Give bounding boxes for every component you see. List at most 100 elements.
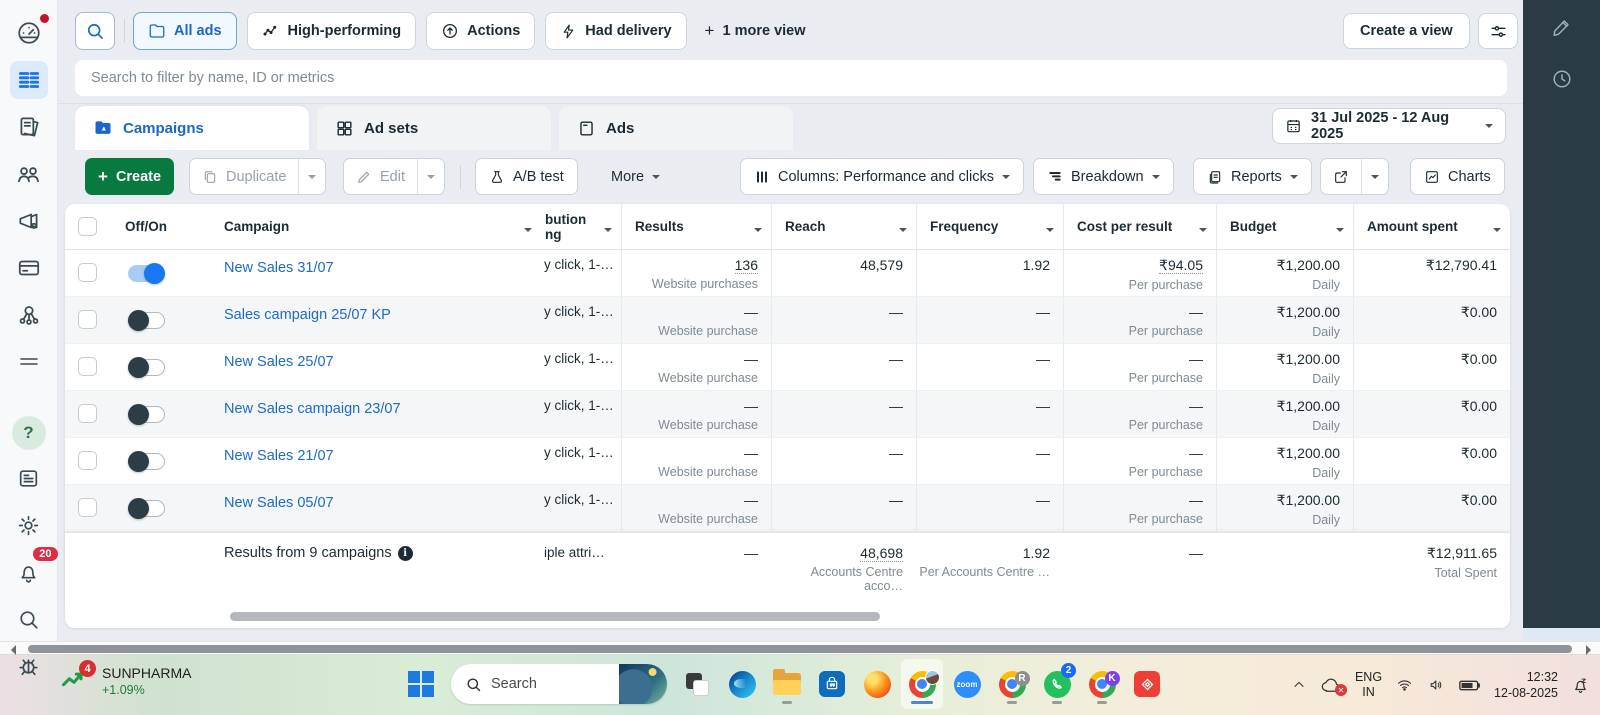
export-dropdown[interactable] [1361, 159, 1388, 194]
campaign-toggle[interactable] [128, 498, 165, 519]
report-bug-button[interactable] [10, 647, 48, 685]
columns-button[interactable]: Columns: Performance and clicks [740, 158, 1024, 195]
edit-dropdown[interactable] [417, 159, 444, 194]
info-icon[interactable]: i [397, 546, 413, 561]
campaign-name-link[interactable]: New Sales 31/07 [211, 260, 334, 276]
settings-button[interactable] [10, 506, 48, 544]
dev-tool-app[interactable] [1132, 663, 1162, 705]
create-view-button[interactable]: Create a view [1343, 13, 1470, 49]
row-checkbox[interactable] [78, 451, 97, 470]
chrome-profile-k-app[interactable]: K [1087, 663, 1120, 705]
battery-status[interactable] [1459, 678, 1481, 693]
campaign-toggle[interactable] [128, 310, 165, 331]
ab-test-button[interactable]: A/B test [475, 158, 578, 195]
reports-button[interactable]: Reports [1193, 158, 1312, 195]
tab-ad-sets[interactable]: Ad sets [317, 106, 551, 150]
taskbar-search[interactable]: Search [451, 664, 667, 704]
onedrive-status[interactable]: ✕ [1320, 677, 1347, 696]
one-more-view-button[interactable]: + 1 more view [705, 21, 806, 41]
volume-status[interactable] [1427, 677, 1446, 693]
start-button[interactable] [406, 663, 436, 705]
edge-app[interactable] [727, 663, 757, 705]
row-checkbox[interactable] [78, 498, 97, 517]
sidebar-advertise-button[interactable] [10, 202, 48, 240]
task-view-button[interactable] [682, 663, 712, 705]
campaign-toggle[interactable] [128, 451, 165, 472]
taskbar-stock-widget[interactable]: 4 SUNPHARMA +1.09% [58, 660, 191, 697]
views-search-button[interactable] [75, 12, 115, 50]
charts-button[interactable]: Charts [1410, 158, 1505, 195]
breakdown-button[interactable]: Breakdown [1033, 158, 1174, 195]
tab-campaigns[interactable]: Campaigns [75, 106, 309, 150]
sidebar-audiences-button[interactable] [10, 155, 48, 193]
view-settings-button[interactable] [1478, 13, 1518, 49]
microsoft-store-app[interactable] [817, 663, 847, 705]
sidebar-all-tools-button[interactable] [10, 343, 48, 381]
header-amount-spent[interactable]: Amount spent [1353, 204, 1510, 249]
sidebar-account-overview-button[interactable] [10, 12, 51, 52]
language-indicator[interactable]: ENG IN [1355, 670, 1382, 700]
taskbar-clock[interactable]: 12:32 12-08-2025 [1494, 669, 1558, 701]
sidebar-billing-button[interactable] [10, 249, 48, 287]
help-button[interactable]: ? [11, 416, 46, 450]
campaign-name-link[interactable]: New Sales campaign 23/07 [211, 401, 401, 417]
header-reach[interactable]: Reach [771, 204, 916, 249]
campaign-toggle[interactable] [128, 263, 165, 284]
view-tab-high-performing[interactable]: High-performing [246, 12, 417, 50]
campaign-name-link[interactable]: New Sales 21/07 [211, 448, 334, 464]
export-button[interactable] [1321, 159, 1361, 194]
header-budget[interactable]: Budget [1216, 204, 1353, 249]
sort-caret-icon [1336, 228, 1344, 236]
whatsapp-app[interactable]: 2 [1042, 663, 1076, 705]
file-explorer-app[interactable] [772, 663, 802, 705]
page-scrollbar-thumb[interactable] [28, 645, 1572, 653]
campaign-name-link[interactable]: New Sales 05/07 [211, 495, 334, 511]
notifications-button[interactable]: 20 [10, 547, 58, 591]
campaign-toggle[interactable] [128, 357, 165, 378]
select-all-checkbox[interactable] [78, 217, 97, 236]
chrome-profile-r-app[interactable]: R [997, 663, 1030, 705]
sidebar-campaigns-button[interactable] [9, 61, 48, 99]
row-checkbox[interactable] [78, 310, 97, 329]
history-panel-button[interactable] [1547, 64, 1577, 94]
header-attribution-setting[interactable]: bution ng [541, 204, 621, 249]
row-checkbox[interactable] [78, 263, 97, 282]
edit-panel-button[interactable] [1547, 12, 1577, 42]
zoom-app[interactable]: zoom [952, 663, 982, 705]
view-tab-had-delivery[interactable]: Had delivery [545, 12, 687, 50]
create-button[interactable]: + Create [85, 158, 175, 195]
campaign-name-link[interactable]: Sales campaign 25/07 KP [211, 307, 391, 323]
row-checkbox[interactable] [78, 357, 97, 376]
header-cost-per-result[interactable]: Cost per result [1063, 204, 1216, 249]
updates-button[interactable] [10, 459, 48, 497]
summary-amount-spent: ₹12,911.65 Total Spent [1426, 545, 1497, 580]
notification-center-button[interactable] [1571, 676, 1590, 695]
results-cell: — Website purchase [621, 391, 771, 437]
view-tab-all-ads[interactable]: All ads [133, 12, 237, 50]
tab-ads[interactable]: Ads [559, 106, 793, 150]
sidebar-events-manager-button[interactable] [10, 296, 48, 334]
campaign-toggle[interactable] [128, 404, 165, 425]
sidebar-ads-reporting-button[interactable] [10, 108, 48, 146]
more-button[interactable]: More [598, 158, 673, 195]
duplicate-dropdown[interactable] [298, 159, 325, 194]
search-tools-button[interactable] [10, 600, 48, 638]
firefox-app[interactable] [862, 663, 892, 705]
wifi-status[interactable] [1395, 677, 1414, 693]
cost-per-result-cell: — Per purchase [1063, 297, 1216, 343]
scroll-right-arrow[interactable] [1586, 645, 1596, 655]
row-checkbox[interactable] [78, 404, 97, 423]
duplicate-button[interactable]: Duplicate [190, 159, 298, 194]
header-frequency[interactable]: Frequency [916, 204, 1063, 249]
header-campaign[interactable]: Campaign [211, 204, 541, 249]
view-tab-actions[interactable]: Actions [426, 12, 536, 50]
table-scrollbar-thumb[interactable] [230, 612, 880, 621]
chrome-profile-1-app[interactable] [901, 659, 943, 709]
filter-search-input[interactable] [75, 60, 1507, 96]
date-range-picker[interactable]: 31 Jul 2025 - 12 Aug 2025 [1272, 108, 1506, 144]
tray-chevron-up[interactable] [1291, 677, 1307, 693]
header-results[interactable]: Results [621, 204, 771, 249]
chrome-icon: R [998, 670, 1030, 698]
campaign-name-link[interactable]: New Sales 25/07 [211, 354, 334, 370]
edit-button[interactable]: Edit [344, 159, 417, 194]
